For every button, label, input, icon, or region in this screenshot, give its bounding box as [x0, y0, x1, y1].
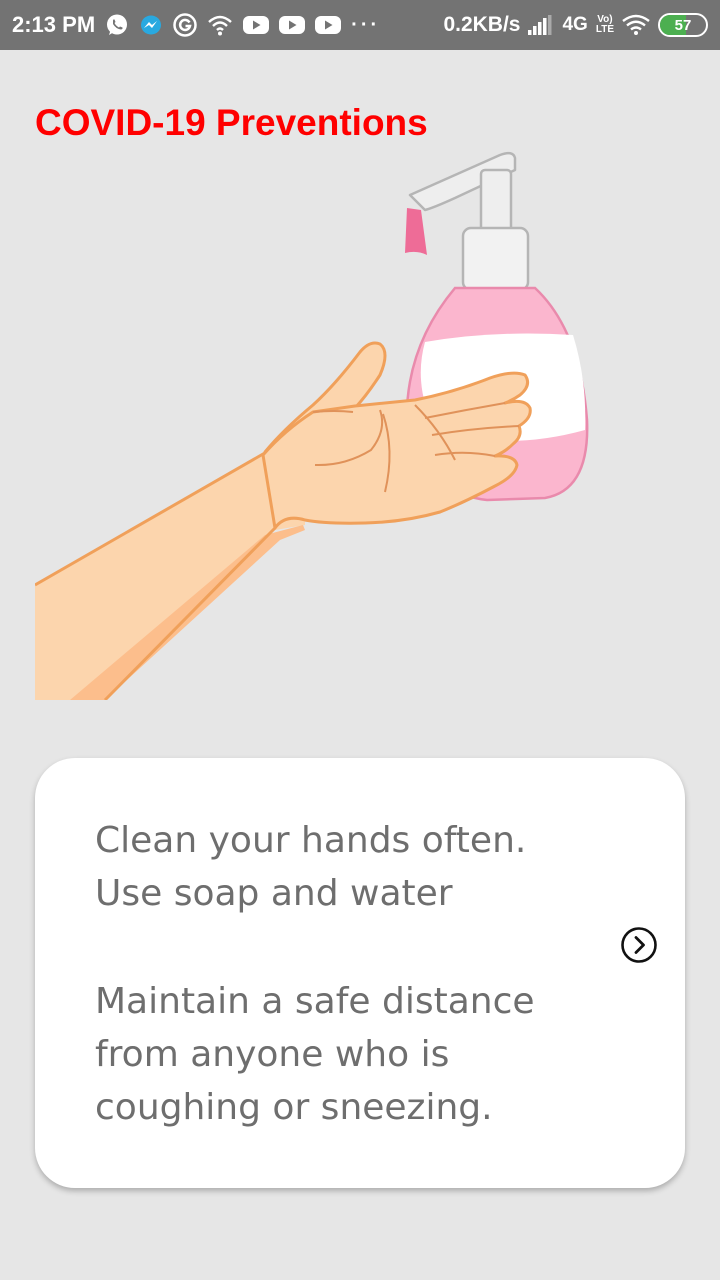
youtube-icon [243, 12, 270, 38]
prevention-card: Clean your hands often. Use soap and wat… [35, 758, 685, 1188]
battery-level: 57 [674, 16, 692, 34]
battery-icon: 57 [658, 13, 708, 37]
volte-indicator: Vo) LTE [596, 15, 614, 35]
network-speed: 0.2KB/s [443, 13, 521, 36]
volte-bottom: LTE [595, 24, 614, 35]
handwashing-illustration [34, 130, 600, 702]
chevron-right-circle-icon [621, 927, 657, 963]
status-time: 2:13 PM [12, 12, 96, 37]
status-right: 0.2KB/s 4G Vo) LTE 57 [443, 12, 708, 38]
more-notifications-indicator: ··· [351, 13, 381, 36]
wifi-hotspot-icon [207, 12, 233, 38]
youtube-icon [315, 12, 342, 38]
google-icon [173, 12, 197, 38]
youtube-icon [279, 12, 306, 38]
whatsapp-icon [105, 12, 129, 38]
network-type: 4G [562, 14, 588, 35]
status-left: 2:13 PM ··· [12, 12, 380, 38]
next-button[interactable] [620, 926, 658, 964]
card-text: Clean your hands often. Use soap and wat… [95, 814, 585, 1134]
hand [34, 341, 532, 702]
prevention-tip-hands: Clean your hands often. Use soap and wat… [95, 820, 527, 914]
wifi-icon [622, 12, 650, 38]
status-bar: 2:13 PM ··· 0.2KB/s 4G Vo) LTE 57 [0, 0, 720, 50]
messenger-icon [139, 12, 163, 38]
signal-icon [528, 12, 554, 38]
prevention-tip-distance: Maintain a safe distance from anyone who… [95, 981, 535, 1128]
hand-soap-svg [34, 151, 589, 702]
